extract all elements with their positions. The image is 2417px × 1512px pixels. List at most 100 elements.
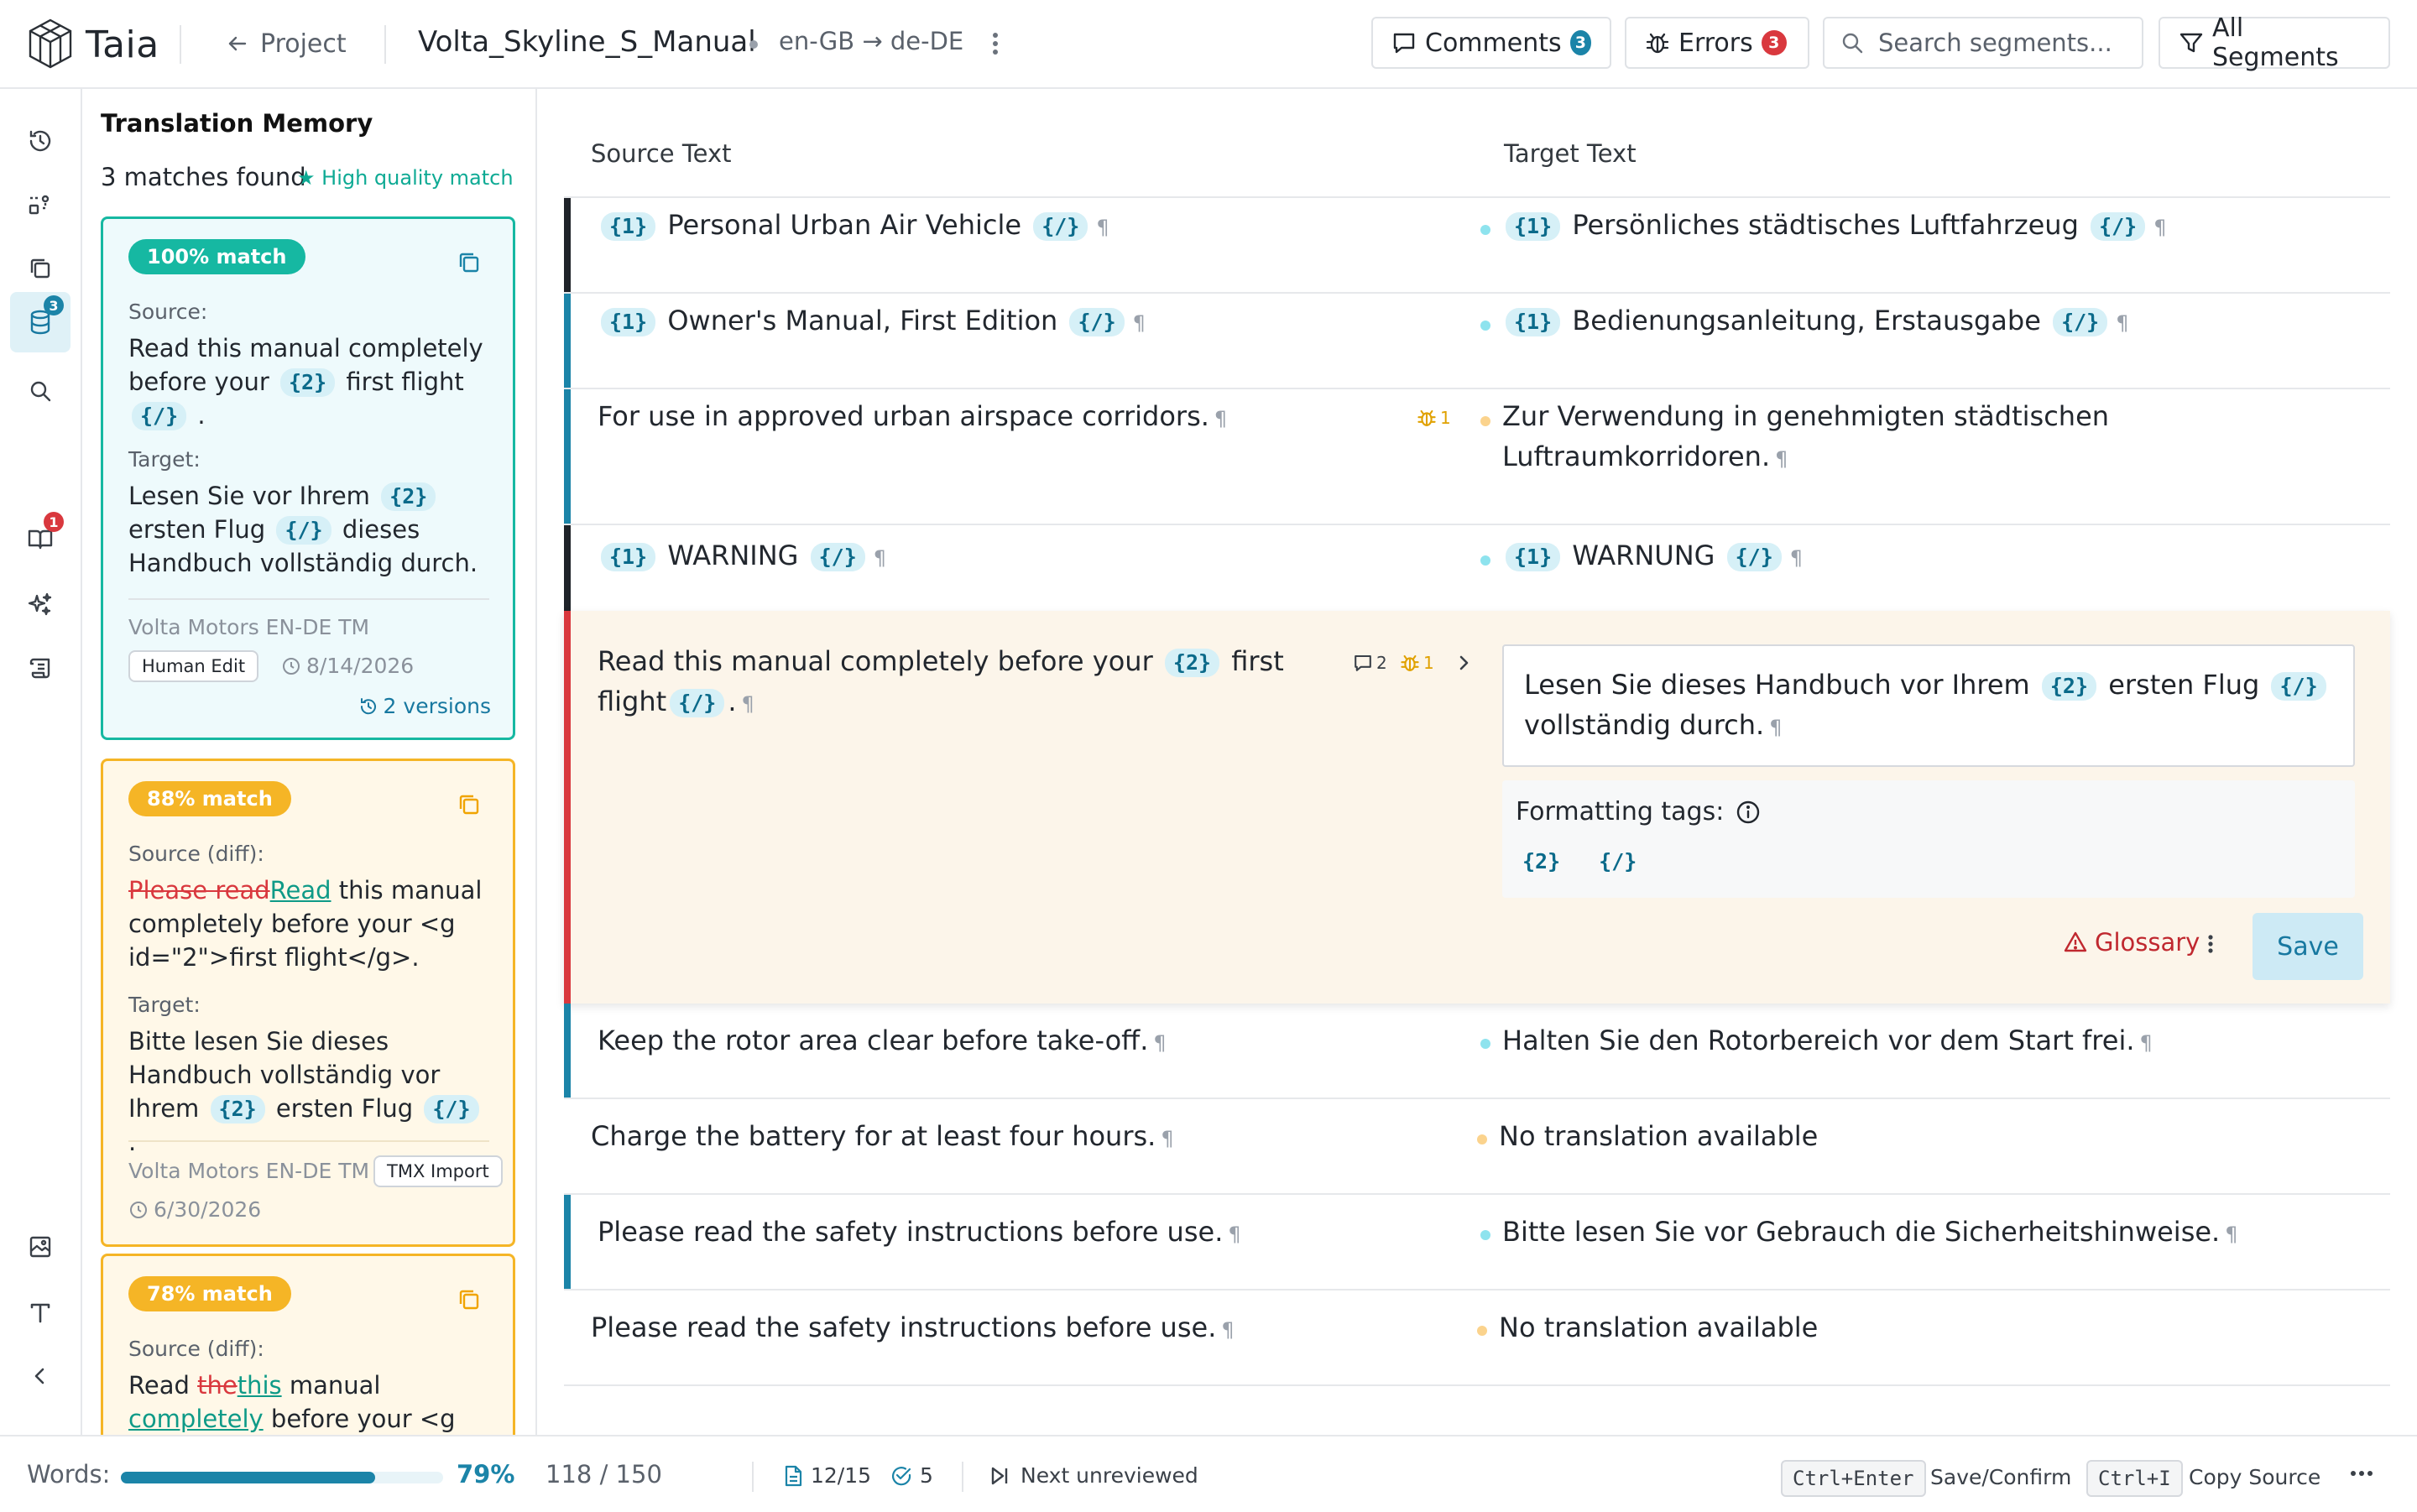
ai-assist-button[interactable] [10, 574, 70, 634]
word-count: 118 / 150 [546, 1460, 662, 1489]
search-button[interactable] [10, 361, 70, 421]
segment-target[interactable]: {1} WARNUNG {/} ¶ [1502, 535, 1803, 578]
match-target-text: Lesen Sie vor Ihrem {2} ersten Flug {/} … [128, 479, 489, 580]
errors-label: Errors [1678, 28, 1753, 58]
diff-deletion: Please read [128, 876, 270, 905]
translation-memory-panel: Translation Memory 3 matches found ★ Hig… [82, 89, 537, 1435]
next-unreviewed-button[interactable]: Next unreviewed [989, 1463, 1198, 1488]
tm-match-card[interactable]: 100% match Source: Read this manual comp… [101, 216, 515, 740]
segment-target[interactable]: {1} Bedienungsanleitung, Erstausgabe {/}… [1502, 300, 2129, 343]
bug-icon [1645, 30, 1670, 55]
workflow-button[interactable] [10, 175, 70, 235]
insert-tag-2[interactable]: {2} [1514, 847, 1569, 876]
filter-icon [2179, 30, 2204, 55]
active-segment-row[interactable]: Read this manual completely before your … [564, 611, 2390, 1004]
comments-button[interactable]: Comments 3 [1371, 17, 1611, 69]
errors-button[interactable]: Errors 3 [1625, 17, 1809, 69]
save-button[interactable]: Save [2253, 913, 2363, 980]
formatting-tags-title: Formatting tags: [1516, 797, 1761, 826]
error-count: 1 [1440, 408, 1451, 428]
preview-button[interactable] [10, 1217, 70, 1277]
shortcut-label: Save/Confirm [1930, 1465, 2072, 1489]
top-header: Taia Project Volta_Skyline_S_Manual en-G… [0, 0, 2417, 89]
pilcrow-icon: ¶ [1161, 1127, 1174, 1150]
word-progress-track [121, 1472, 443, 1483]
notes-button[interactable] [10, 638, 70, 698]
segment-row[interactable]: Please read the safety instructions befo… [564, 1290, 2390, 1386]
tm-match-card[interactable]: 78% match Source (diff): Read thethis ma… [101, 1254, 515, 1435]
diff-insertion: Read [269, 876, 331, 905]
translation-memory-button[interactable]: 3 [10, 292, 70, 352]
search-segments[interactable] [1823, 17, 2143, 69]
segment-target[interactable]: Zur Verwendung in genehmigten städtische… [1502, 396, 2109, 479]
segment-target[interactable]: No translation available [1499, 1116, 1818, 1156]
confirmed-count: 5 [920, 1463, 933, 1488]
pilcrow-icon: ¶ [1228, 1223, 1241, 1246]
segment-row[interactable]: {1} Personal Urban Air Vehicle {/} ¶ {1} … [564, 198, 2390, 294]
target-status-dot [1477, 1326, 1487, 1336]
project-menu-icon[interactable] [984, 29, 1007, 59]
segment-row[interactable]: {1} WARNING {/} ¶ {1} WARNUNG {/} ¶ [564, 525, 2390, 621]
segment-target[interactable]: Bitte lesen Sie vor Gebrauch die Sicherh… [1502, 1212, 2238, 1254]
segment-row[interactable]: For use in approved urban airspace corri… [564, 389, 2390, 525]
check-circle-icon [890, 1464, 913, 1488]
versions-text: 2 versions [383, 694, 491, 718]
segment-row[interactable]: Please read the safety instructions befo… [564, 1195, 2390, 1290]
clock-icon [281, 656, 301, 676]
segment-comments-indicator[interactable]: 2 [1353, 653, 1387, 673]
search-input[interactable] [1877, 28, 2132, 58]
tag-pill: {1} [1506, 543, 1561, 571]
glossary-button[interactable]: 1 [10, 508, 70, 569]
segment-row[interactable]: Keep the rotor area clear before take-of… [564, 1004, 2390, 1099]
glossary-warning[interactable]: Glossary [2063, 928, 2200, 957]
target-editor-input[interactable]: Lesen Sie dieses Handbuch vor Ihrem {2} … [1502, 644, 2355, 767]
segment-row[interactable]: {1} Owner's Manual, First Edition {/} ¶ {… [564, 294, 2390, 389]
target-status-dot [1480, 555, 1490, 566]
search-icon [27, 378, 54, 404]
segment-target[interactable]: Halten Sie den Rotorbereich vor dem Star… [1502, 1020, 2153, 1063]
pilcrow-icon: ¶ [1096, 216, 1109, 239]
glossary-badge: 1 [44, 512, 64, 532]
match-percent-badge: 100% match [128, 239, 305, 274]
segment-error-indicator[interactable]: 1 [1400, 653, 1434, 673]
typography-button[interactable] [10, 1282, 70, 1343]
clock-icon [128, 1200, 149, 1220]
segment-error-indicator[interactable]: 1 [1417, 408, 1451, 428]
origin-chip: TMX Import [373, 1155, 503, 1187]
source-column-header: Source Text [591, 139, 732, 168]
info-icon[interactable] [1736, 800, 1761, 825]
language-pair: en-GB → de-DE [779, 27, 964, 55]
history-icon [27, 128, 54, 154]
chevron-right-icon[interactable] [1454, 651, 1474, 675]
workflow-icon [27, 191, 54, 218]
tag-pill: {1} [1506, 308, 1561, 336]
errors-count-badge: 3 [1761, 30, 1787, 55]
more-options-icon[interactable] [2348, 1465, 2375, 1482]
versions-link[interactable]: 2 versions [358, 694, 491, 718]
segment-target[interactable]: No translation available [1499, 1307, 1818, 1348]
segment-row[interactable]: Charge the battery for at least four hou… [564, 1099, 2390, 1195]
segment-target[interactable]: {1} Persönliches städtisches Luftfahrzeu… [1502, 205, 2167, 248]
all-segments-filter[interactable]: All Segments [2159, 13, 2390, 72]
history-button[interactable] [10, 111, 70, 171]
pilcrow-icon: ¶ [2139, 1031, 2153, 1055]
copy-source-button[interactable] [10, 238, 70, 299]
pilcrow-icon: ¶ [873, 546, 887, 570]
tag-pill: {1} [601, 308, 656, 336]
text-fragment: No translation available [1499, 1120, 1819, 1152]
date-text: 6/30/2026 [154, 1197, 262, 1222]
copy-match-icon[interactable] [456, 791, 483, 818]
segment-menu-icon[interactable] [2200, 931, 2221, 957]
collapse-sidebar-button[interactable] [10, 1346, 70, 1406]
back-label: Project [260, 29, 347, 59]
insert-tag-close[interactable]: {/} [1590, 847, 1645, 876]
tm-match-card[interactable]: 88% match Source (diff): Please readRead… [101, 759, 515, 1247]
text-fragment: Luftraumkorridoren. [1502, 441, 1771, 472]
copy-match-icon[interactable] [456, 1286, 483, 1313]
copy-match-icon[interactable] [456, 249, 483, 276]
text-fragment: Read [128, 1371, 190, 1400]
match-source-text: Read this manual completely before your … [128, 331, 489, 432]
pilcrow-icon: ¶ [1221, 1318, 1235, 1342]
back-to-project-link[interactable]: Project [227, 25, 347, 62]
logo-icon [25, 17, 76, 70]
